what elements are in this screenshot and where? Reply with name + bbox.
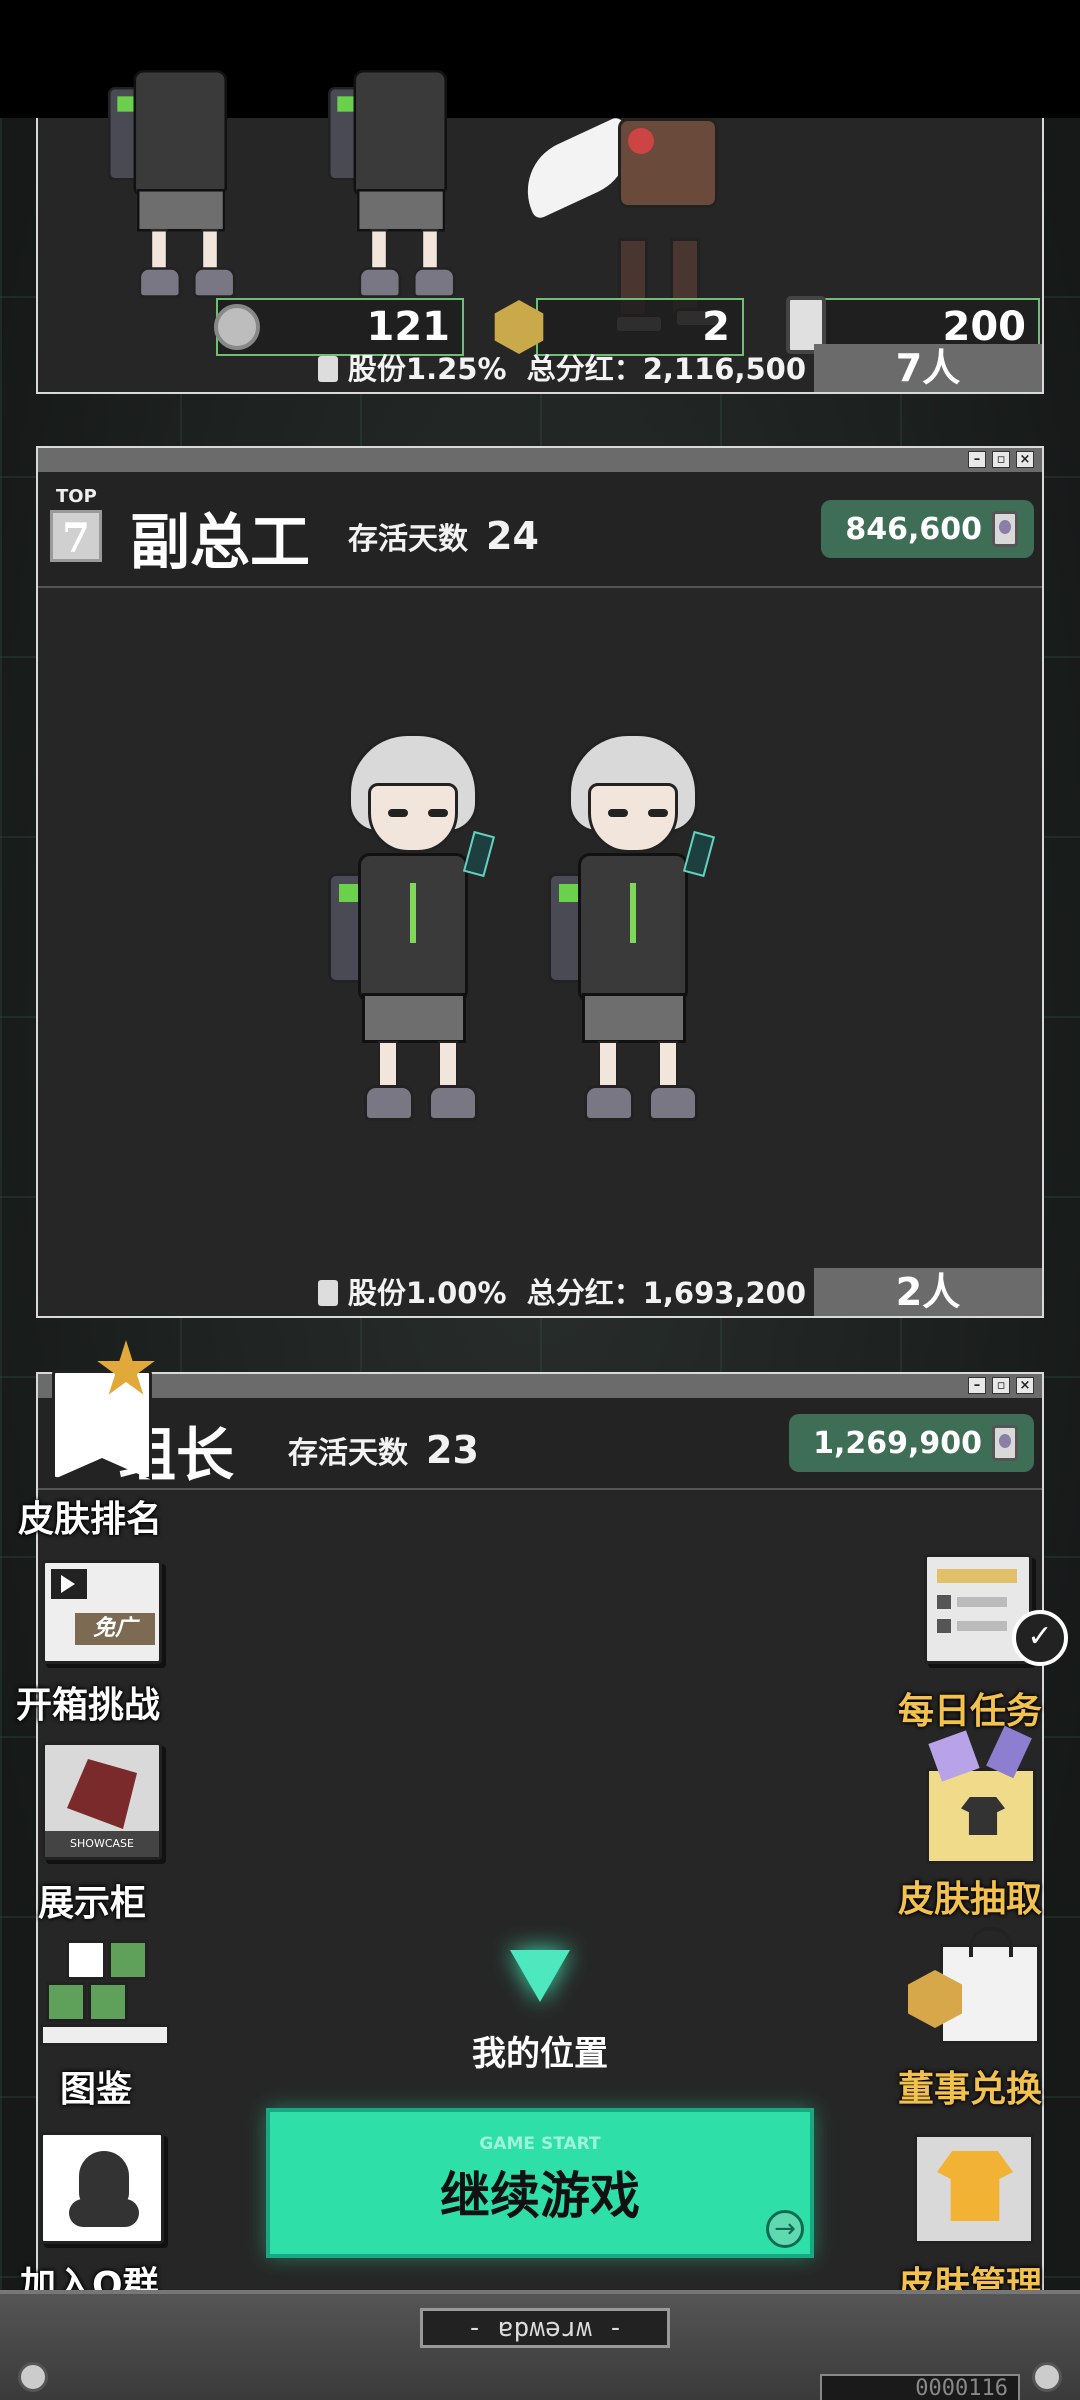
money-pill: 846,600 <box>821 500 1034 558</box>
member-count: 2人 <box>814 1268 1042 1316</box>
skin-rank-label: 皮肤排名 <box>18 1499 163 1540</box>
clipboard-icon <box>317 356 338 382</box>
join-group-button[interactable]: 加入Q群 <box>10 2126 200 2306</box>
rank-number: 7 <box>50 510 102 562</box>
console-plate: - ɐpʍǝɹʍ - <box>420 2308 670 2348</box>
check-icon: ✓ <box>1012 1610 1068 1666</box>
close-icon[interactable]: × <box>1016 451 1034 468</box>
rank-panel-top: 121 2 200 股份1.25% 总分红：2,116,500 7人 <box>36 70 1044 394</box>
box-challenge-label: 开箱挑战 <box>16 1685 161 1726</box>
position-marker-icon <box>510 1950 570 2002</box>
skin-draw-button[interactable]: 皮肤抽取 <box>884 1725 1080 1920</box>
continue-game-button[interactable]: GAME START 继续游戏 → <box>266 2108 814 2258</box>
console-id: 0000116 <box>820 2374 1020 2400</box>
start-label: 继续游戏 <box>440 2167 640 2225</box>
top-label: TOP <box>56 486 97 507</box>
window-bar: – ▫ × <box>38 448 1042 472</box>
daily-tasks-label: 每日任务 <box>898 1691 1043 1732</box>
maximize-icon[interactable]: ▫ <box>992 451 1010 468</box>
showcase-tag: SHOWCASE <box>45 1831 159 1857</box>
card-icon <box>992 511 1018 547</box>
money-pill: 1,269,900 <box>789 1414 1034 1472</box>
showcase-icon: SHOWCASE <box>42 1742 162 1860</box>
penguin-icon <box>40 2132 164 2244</box>
close-icon[interactable]: × <box>1016 1377 1034 1394</box>
skin-rank-button[interactable]: 皮肤排名 <box>10 1340 200 1540</box>
codex-button[interactable]: 图鉴 <box>10 1930 200 2110</box>
panel-footer: 股份1.00% 总分红：1,693,200 2人 <box>38 1268 1042 1316</box>
box-challenge-button[interactable]: 免广 开箱挑战 <box>10 1556 200 1736</box>
showcase-button[interactable]: SHOWCASE 展示柜 <box>10 1742 200 1924</box>
console-frame: - ɐpʍǝɹʍ - 0000116 <box>0 2290 1080 2400</box>
screw-icon <box>18 2362 48 2392</box>
ad-free-tag: 免广 <box>75 1613 155 1645</box>
card-icon <box>992 1425 1018 1461</box>
skin-draw-label: 皮肤抽取 <box>898 1879 1043 1920</box>
panel-header: TOP 7 副总工 存活天数 24 846,600 <box>38 472 1042 588</box>
start-subtitle: GAME START <box>479 2134 601 2154</box>
gift-box-icon <box>926 1768 1036 1864</box>
daily-tasks-button[interactable]: ✓ 每日任务 <box>884 1550 1080 1740</box>
share-info: 股份1.00% 总分红：1,693,200 <box>317 1270 806 1312</box>
minimize-icon[interactable]: – <box>968 451 986 468</box>
arrow-right-icon: → <box>766 2210 804 2248</box>
rank-title: 副总工 <box>130 508 310 578</box>
share-info: 股份1.25% 总分红：2,116,500 <box>317 346 806 388</box>
skin-manage-button[interactable]: 皮肤管理 <box>884 2120 1080 2306</box>
video-box-icon: 免广 <box>42 1560 162 1664</box>
panel-footer: 股份1.25% 总分红：2,116,500 7人 <box>38 344 1042 392</box>
survive-days: 存活天数 24 <box>348 514 539 558</box>
shirt-hanger-icon <box>914 2134 1034 2244</box>
rank-panel-vice: – ▫ × TOP 7 副总工 存活天数 24 846,600 股份1.00% 总… <box>36 446 1044 1318</box>
my-position-label[interactable]: 我的位置 <box>0 2026 1080 2075</box>
board-exchange-button[interactable]: 董事兑换 <box>884 1927 1080 2110</box>
minimize-icon[interactable]: – <box>968 1377 986 1394</box>
screw-icon <box>1032 2362 1062 2392</box>
showcase-label: 展示柜 <box>38 1883 147 1924</box>
maximize-icon[interactable]: ▫ <box>992 1377 1010 1394</box>
survive-days: 存活天数 23 <box>288 1428 479 1472</box>
member-count: 7人 <box>814 344 1042 392</box>
clipboard-icon <box>317 1280 338 1306</box>
